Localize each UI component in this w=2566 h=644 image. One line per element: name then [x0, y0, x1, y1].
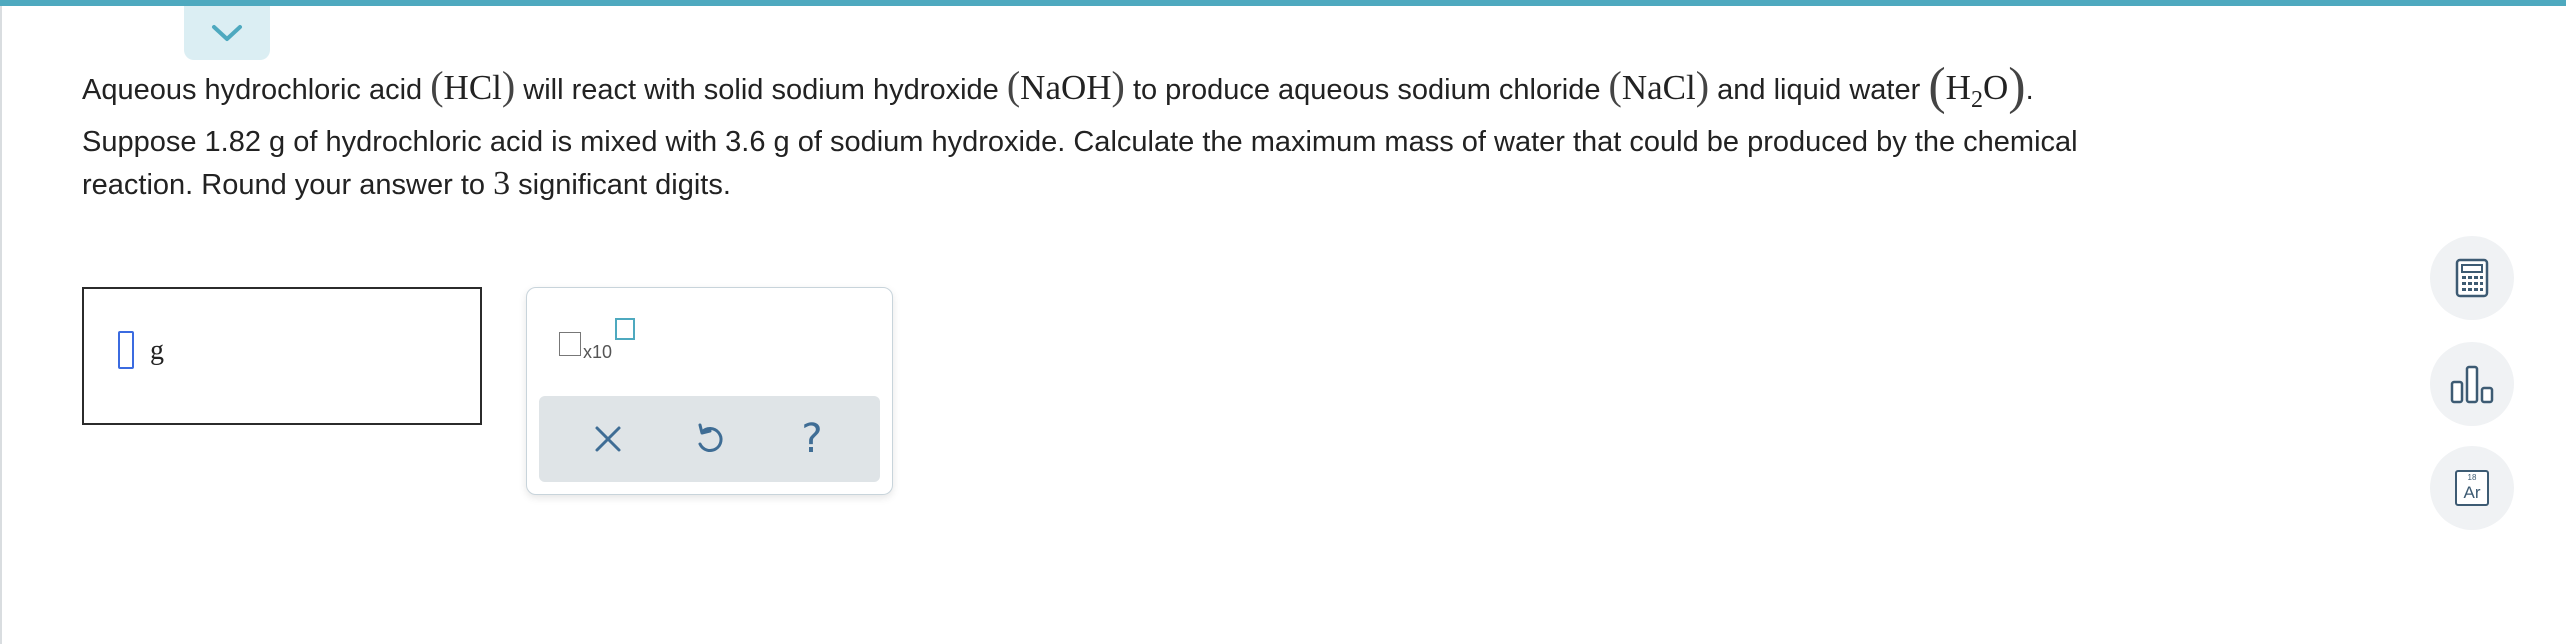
- question-line-3: reaction. Round your answer to 3 signifi…: [82, 165, 731, 202]
- question-text: Aqueous hydrochloric acid (HCl) will rea…: [82, 58, 2462, 206]
- question-line-1: Aqueous hydrochloric acid (HCl) will rea…: [82, 58, 2034, 115]
- input-cursor-box[interactable]: [118, 331, 134, 369]
- collapse-tab[interactable]: [184, 6, 270, 60]
- answer-input[interactable]: g: [82, 287, 482, 425]
- unit-label: g: [150, 335, 164, 366]
- help-icon: ?: [801, 416, 823, 462]
- exponent-placeholder-icon: [615, 318, 635, 340]
- question-line-2: Suppose 1.82 g of hydrochloric acid is m…: [82, 126, 2078, 158]
- element-symbol: Ar: [2463, 483, 2481, 502]
- formula-nacl: NaCl: [1621, 68, 1696, 107]
- formula-naoh: NaOH: [1020, 68, 1112, 107]
- periodic-table-icon: 18 Ar: [2455, 470, 2489, 506]
- palette-action-bar: ?: [539, 396, 880, 482]
- undo-icon: [698, 423, 723, 452]
- scientific-notation-button[interactable]: x10: [559, 318, 639, 368]
- math-palette: x10 ?: [526, 287, 893, 495]
- base-placeholder-icon: [559, 332, 581, 356]
- data-chart-button[interactable]: [2430, 342, 2514, 426]
- calculator-icon: [2455, 258, 2489, 298]
- clear-button[interactable]: [585, 416, 631, 462]
- x10-label: x10: [583, 342, 613, 362]
- help-button[interactable]: ?: [789, 416, 835, 462]
- bar-chart-icon: [2450, 365, 2494, 404]
- calculator-button[interactable]: [2430, 236, 2514, 320]
- top-accent-bar: [0, 0, 2566, 6]
- periodic-table-button[interactable]: 18 Ar: [2430, 446, 2514, 530]
- close-icon: [595, 426, 621, 452]
- formula-hcl: HCl: [443, 68, 502, 107]
- left-border: [0, 6, 2, 644]
- atomic-number: 18: [2467, 473, 2477, 482]
- undo-button[interactable]: [687, 416, 733, 462]
- formula-water: H2O: [1945, 68, 2009, 113]
- chevron-down-icon: [212, 25, 242, 41]
